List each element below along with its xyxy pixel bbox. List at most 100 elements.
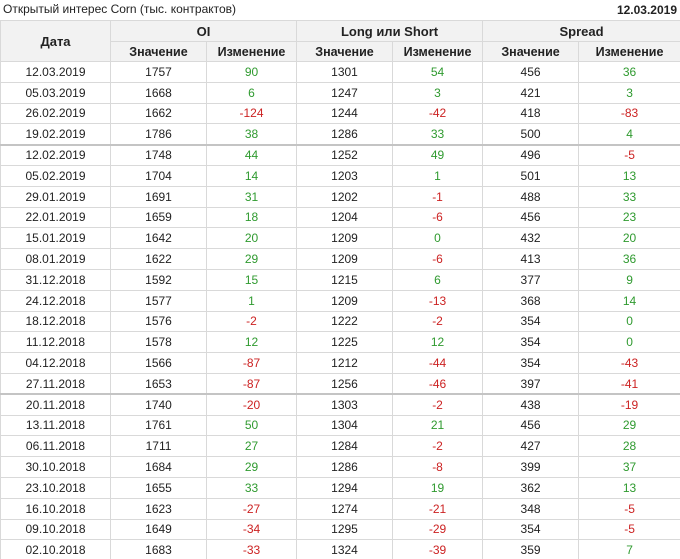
- date-cell: 05.02.2019: [0, 164, 111, 187]
- spread-change-cell: -83: [578, 102, 680, 125]
- spread-change-cell: 37: [578, 456, 680, 478]
- table-header: Дата OI Long или Short Spread Значение И…: [0, 20, 680, 62]
- oi-value-cell: 1683: [110, 539, 207, 559]
- spread-value-cell: 354: [482, 310, 580, 333]
- ls-value-cell: 1203: [296, 164, 394, 187]
- table-row: 06.11.2018 1711 27 1284 -2 427 28: [0, 435, 680, 458]
- table-row: 22.01.2019 1659 18 1204 -6 456 23: [0, 206, 680, 229]
- spread-change-cell: -5: [578, 143, 680, 166]
- open-interest-table: Дата OI Long или Short Spread Значение И…: [0, 20, 680, 559]
- oi-change-cell: -87: [205, 372, 298, 395]
- spread-value-cell: 399: [482, 456, 580, 478]
- table-row: 27.11.2018 1653 -87 1256 -46 397 -41: [0, 372, 680, 395]
- group-header-oi: OI: [109, 20, 298, 42]
- oi-value-cell: 1659: [110, 206, 207, 229]
- table-row: 11.12.2018 1578 12 1225 12 354 0: [0, 331, 680, 354]
- oi-change-cell: 31: [205, 185, 298, 208]
- spread-value-cell: 418: [482, 102, 580, 125]
- spread-change-cell: 36: [578, 248, 680, 270]
- date-cell: 30.10.2018: [0, 456, 111, 478]
- date-cell: 04.12.2018: [0, 352, 111, 374]
- report-date: 12.03.2019: [616, 3, 677, 17]
- spread-change-cell: 36: [578, 61, 680, 83]
- ls-value-cell: 1209: [296, 227, 394, 250]
- ls-change-cell: -29: [392, 518, 484, 541]
- ls-value-cell: 1286: [296, 456, 394, 478]
- oi-change-cell: 6: [205, 81, 298, 104]
- spread-value-cell: 432: [482, 227, 580, 250]
- ls-change-cell: -2: [392, 435, 484, 458]
- spread-change-cell: -41: [578, 372, 680, 395]
- spread-change-cell: 9: [578, 268, 680, 291]
- table-row: 09.10.2018 1649 -34 1295 -29 354 -5: [0, 518, 680, 541]
- date-cell: 12.03.2019: [0, 61, 111, 83]
- ls-value-cell: 1202: [296, 185, 394, 208]
- spread-value-cell: 362: [482, 476, 580, 499]
- date-cell: 27.11.2018: [0, 372, 111, 395]
- oi-value-cell: 1740: [110, 393, 207, 416]
- column-header-ls-value: Значение: [296, 41, 394, 62]
- table-row: 12.02.2019 1748 44 1252 49 496 -5: [0, 143, 680, 166]
- ls-value-cell: 1301: [296, 61, 394, 83]
- oi-value-cell: 1761: [110, 414, 207, 437]
- oi-value-cell: 1704: [110, 164, 207, 187]
- ls-value-cell: 1252: [296, 143, 394, 166]
- spread-value-cell: 456: [482, 414, 580, 437]
- oi-value-cell: 1662: [110, 102, 207, 125]
- spread-change-cell: -43: [578, 352, 680, 374]
- spread-value-cell: 354: [482, 518, 580, 541]
- date-cell: 20.11.2018: [0, 393, 111, 416]
- oi-change-cell: 29: [205, 248, 298, 270]
- ls-change-cell: -1: [392, 185, 484, 208]
- ls-change-cell: -46: [392, 372, 484, 395]
- date-cell: 15.01.2019: [0, 227, 111, 250]
- table-row: 16.10.2018 1623 -27 1274 -21 348 -5: [0, 497, 680, 520]
- oi-value-cell: 1748: [110, 143, 207, 166]
- oi-value-cell: 1684: [110, 456, 207, 478]
- spread-value-cell: 348: [482, 497, 580, 520]
- date-cell: 11.12.2018: [0, 331, 111, 354]
- oi-value-cell: 1622: [110, 248, 207, 270]
- ls-change-cell: -39: [392, 539, 484, 559]
- ls-change-cell: -6: [392, 206, 484, 229]
- ls-value-cell: 1244: [296, 102, 394, 125]
- oi-value-cell: 1691: [110, 185, 207, 208]
- date-cell: 06.11.2018: [0, 435, 111, 458]
- spread-change-cell: 14: [578, 289, 680, 312]
- spread-change-cell: 23: [578, 206, 680, 229]
- ls-change-cell: -44: [392, 352, 484, 374]
- date-cell: 23.10.2018: [0, 476, 111, 499]
- spread-change-cell: 20: [578, 227, 680, 250]
- spread-value-cell: 456: [482, 206, 580, 229]
- table-row: 29.01.2019 1691 31 1202 -1 488 33: [0, 185, 680, 208]
- oi-change-cell: -87: [205, 352, 298, 374]
- ls-value-cell: 1209: [296, 248, 394, 270]
- spread-value-cell: 496: [482, 143, 580, 166]
- date-cell: 26.02.2019: [0, 102, 111, 125]
- table-row: 02.10.2018 1683 -33 1324 -39 359 7: [0, 539, 680, 559]
- date-cell: 08.01.2019: [0, 248, 111, 270]
- column-header-spread-value: Значение: [482, 41, 580, 62]
- oi-change-cell: -2: [205, 310, 298, 333]
- table-row: 05.02.2019 1704 14 1203 1 501 13: [0, 164, 680, 187]
- top-bar: Открытый интерес Corn (тыс. контрактов) …: [0, 0, 680, 20]
- ls-change-cell: 0: [392, 227, 484, 250]
- oi-value-cell: 1623: [110, 497, 207, 520]
- oi-change-cell: 90: [205, 61, 298, 83]
- spread-value-cell: 438: [482, 393, 580, 416]
- spread-value-cell: 501: [482, 164, 580, 187]
- spread-value-cell: 456: [482, 61, 580, 83]
- date-cell: 22.01.2019: [0, 206, 111, 229]
- date-cell: 02.10.2018: [0, 539, 111, 559]
- spread-change-cell: 33: [578, 185, 680, 208]
- spread-change-cell: 3: [578, 81, 680, 104]
- ls-value-cell: 1286: [296, 123, 394, 146]
- oi-change-cell: -27: [205, 497, 298, 520]
- date-cell: 16.10.2018: [0, 497, 111, 520]
- spread-value-cell: 413: [482, 248, 580, 270]
- ls-value-cell: 1303: [296, 393, 394, 416]
- date-cell: 13.11.2018: [0, 414, 111, 437]
- ls-change-cell: 3: [392, 81, 484, 104]
- spread-value-cell: 500: [482, 123, 580, 146]
- oi-change-cell: -124: [205, 102, 298, 125]
